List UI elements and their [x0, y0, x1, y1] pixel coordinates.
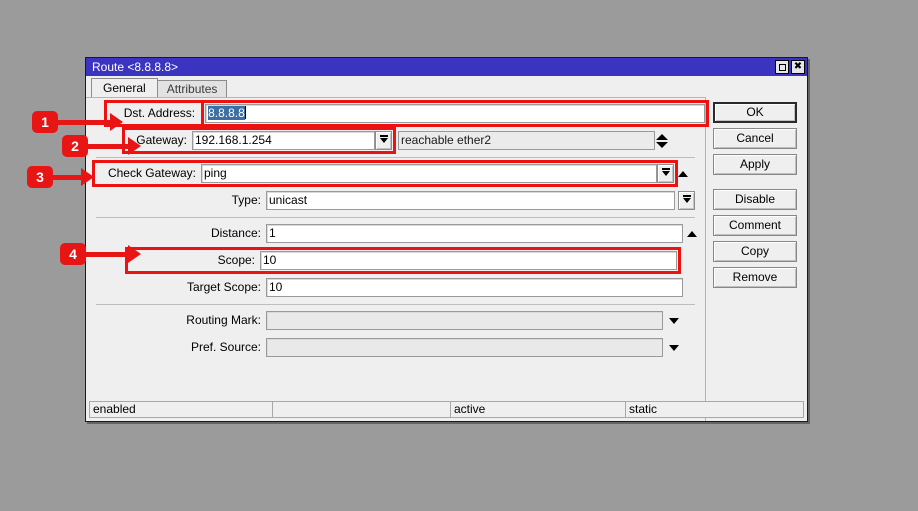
chevron-down-icon: [669, 317, 679, 324]
chevron-down-icon: [661, 168, 670, 176]
gateway-status-field: reachable ether2: [398, 131, 655, 150]
callout-4-stem: [86, 251, 128, 257]
status-cell-active: active: [451, 402, 626, 417]
scope-group: Scope: 10: [125, 247, 681, 274]
distance-up-button[interactable]: [683, 230, 701, 237]
restore-icon: [778, 63, 786, 71]
scope-input[interactable]: 10: [260, 251, 677, 270]
gateway-group: Gateway: 192.168.1.254: [122, 127, 396, 154]
callout-4-arrow-icon: [128, 245, 141, 263]
check-gateway-label: Check Gateway:: [107, 166, 196, 180]
divider-1: [96, 157, 695, 158]
target-scope-label: Target Scope:: [186, 280, 261, 294]
callout-1-badge: 1: [32, 111, 58, 133]
gateway-dropdown-button[interactable]: [375, 131, 392, 150]
button-group-separator: [713, 180, 800, 189]
tab-attributes[interactable]: Attributes: [156, 80, 228, 97]
arrow-down-icon: [656, 141, 668, 148]
chevron-down-icon: [682, 195, 691, 203]
comment-button[interactable]: Comment: [713, 215, 797, 236]
ok-button[interactable]: OK: [713, 102, 797, 123]
text-caret: [244, 106, 246, 119]
distance-label: Distance:: [210, 226, 261, 240]
chevron-down-icon: [379, 135, 388, 143]
arrow-up-icon: [687, 230, 697, 237]
restore-window-button[interactable]: [775, 60, 789, 74]
form-pane: Dst. Address: 8.8.8.8 Gateway: 192.168.1…: [86, 97, 709, 421]
routing-mark-dropdown-button[interactable]: [663, 317, 685, 324]
callout-1-arrow-icon: [110, 113, 123, 131]
remove-button[interactable]: Remove: [713, 267, 797, 288]
close-window-button[interactable]: ✖: [791, 60, 805, 74]
scope-label: Scope:: [217, 253, 255, 267]
button-pane: OK Cancel Apply Disable Comment Copy Rem…: [706, 97, 807, 421]
divider-3: [96, 304, 695, 305]
callout-4: 4: [60, 243, 141, 265]
cancel-button[interactable]: Cancel: [713, 128, 797, 149]
pref-source-label: Pref. Source:: [190, 340, 261, 354]
distance-input[interactable]: 1: [266, 224, 683, 243]
callout-3-stem: [53, 174, 81, 180]
row-target-scope: Target Scope: 10: [86, 277, 705, 298]
callout-2-badge: 2: [62, 135, 88, 157]
type-input[interactable]: unicast: [266, 191, 675, 210]
callout-2-arrow-icon: [128, 137, 141, 155]
tab-general[interactable]: General: [91, 78, 158, 97]
gateway-input[interactable]: 192.168.1.254: [192, 131, 375, 150]
callout-2-stem: [88, 143, 128, 149]
dst-address-value: 8.8.8.8: [208, 106, 245, 120]
row-pref-source: Pref. Source:: [86, 337, 705, 358]
callout-3: 3: [27, 166, 94, 188]
divider-2: [96, 217, 695, 218]
row-scope: Scope: 10: [86, 247, 705, 274]
status-cell-static: static: [629, 402, 658, 416]
pref-source-input[interactable]: [266, 338, 663, 357]
tab-strip: General Attributes: [86, 76, 807, 97]
row-routing-mark: Routing Mark:: [86, 310, 705, 331]
window-title: Route <8.8.8.8>: [92, 60, 179, 74]
copy-button[interactable]: Copy: [713, 241, 797, 262]
chevron-down-icon: [669, 344, 679, 351]
check-gateway-up-button[interactable]: [674, 170, 692, 177]
check-gateway-group: Check Gateway: ping: [92, 160, 678, 187]
routing-mark-label: Routing Mark:: [186, 313, 261, 327]
callout-1-stem: [58, 119, 110, 125]
check-gateway-dropdown-button[interactable]: [657, 164, 674, 183]
target-scope-input[interactable]: 10: [266, 278, 683, 297]
row-check-gateway: Check Gateway: ping: [86, 160, 705, 187]
status-cell-empty: [273, 402, 451, 417]
route-dialog: Route <8.8.8.8> ✖ General Attributes Dst…: [85, 57, 808, 422]
arrow-up-icon: [678, 170, 688, 177]
callout-4-badge: 4: [60, 243, 86, 265]
callout-3-badge: 3: [27, 166, 53, 188]
type-dropdown-button[interactable]: [678, 191, 695, 210]
callout-2: 2: [62, 135, 141, 157]
status-bar: enabled active static: [89, 401, 804, 418]
gateway-spinner[interactable]: [655, 131, 669, 150]
apply-button[interactable]: Apply: [713, 154, 797, 175]
dst-address-input[interactable]: 8.8.8.8: [201, 100, 709, 127]
check-gateway-input[interactable]: ping: [201, 164, 657, 183]
row-gateway: Gateway: 192.168.1.254 reachable ether2: [86, 127, 705, 154]
callout-3-arrow-icon: [81, 168, 94, 186]
callout-1: 1: [32, 111, 123, 133]
row-type: Type: unicast: [86, 190, 705, 211]
row-distance: Distance: 1: [86, 223, 705, 244]
type-label: Type:: [231, 193, 261, 207]
title-bar-buttons: ✖: [775, 60, 805, 74]
pref-source-dropdown-button[interactable]: [663, 344, 685, 351]
routing-mark-input[interactable]: [266, 311, 663, 330]
disable-button[interactable]: Disable: [713, 189, 797, 210]
title-bar[interactable]: Route <8.8.8.8> ✖: [86, 58, 807, 76]
status-cell-enabled: enabled: [90, 402, 273, 417]
dialog-body: Dst. Address: 8.8.8.8 Gateway: 192.168.1…: [86, 97, 807, 421]
row-dst-address: Dst. Address: 8.8.8.8: [86, 100, 709, 127]
arrow-up-icon: [656, 133, 668, 140]
